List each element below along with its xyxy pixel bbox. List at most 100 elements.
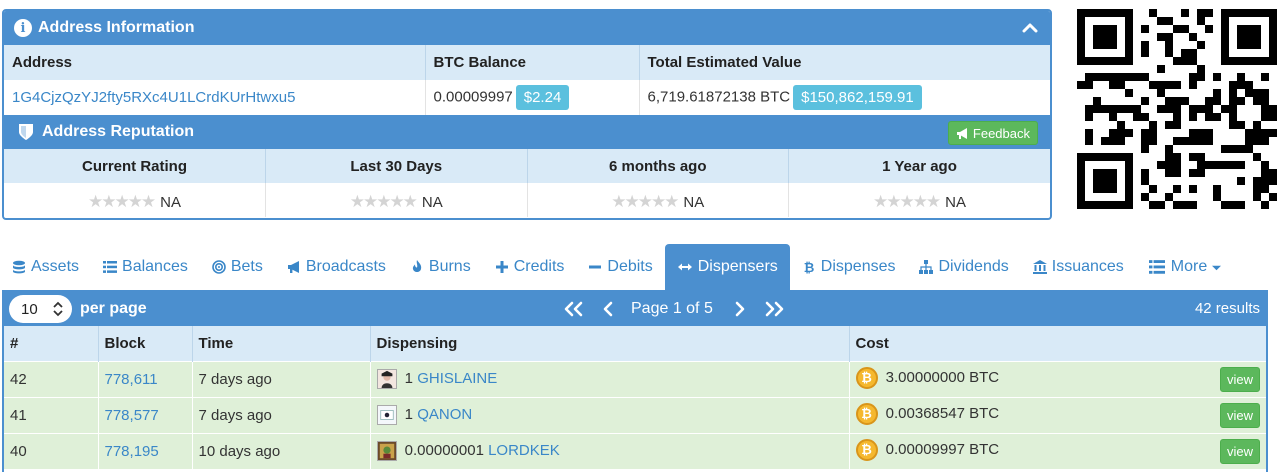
block-link[interactable]: 778,577 (105, 407, 159, 424)
tab-label: Dispenses (820, 258, 896, 275)
column-header-time: Time (192, 326, 371, 361)
first-page-button[interactable] (557, 292, 591, 326)
last-30-days-value: NA (421, 194, 443, 211)
row-number: 42 (4, 360, 99, 397)
tab-debits[interactable]: Debits (576, 244, 664, 290)
double-chevron-right-icon (765, 301, 784, 317)
row-number: 41 (4, 396, 99, 433)
table-row: 40 778,195 10 days ago 0.00000001 LORDKE… (4, 432, 1266, 469)
minus-icon (589, 265, 602, 269)
btc-balance-usd-badge: $2.24 (515, 85, 570, 110)
view-button[interactable]: view (1219, 402, 1260, 428)
database-icon (13, 260, 25, 274)
tab-label: Balances (122, 258, 188, 275)
address-reputation-header: Address Reputation Feedback (4, 115, 1050, 149)
ghislaine-asset-image (376, 369, 397, 389)
address-link[interactable]: 1G4CjzQzYJ2fty5RXc4U1LCrdKUrHtwxu5 (12, 89, 295, 106)
total-value-usd-badge: $150,862,159.91 (793, 85, 922, 110)
caret-down-icon (1212, 265, 1222, 270)
bullhorn-icon (956, 127, 967, 139)
current-rating-value: NA (160, 194, 182, 211)
next-page-button[interactable] (723, 292, 757, 326)
tab-more-dropdown[interactable]: More (1136, 244, 1233, 290)
asset-link[interactable]: LORDKEK (488, 442, 560, 459)
block-link[interactable]: 778,195 (105, 443, 159, 460)
column-header-total-estimated-value: Total Estimated Value (639, 45, 1050, 80)
bitcoin-coin-icon: ₿ (855, 402, 878, 425)
column-header-address: Address (4, 45, 426, 80)
view-button[interactable]: view (1219, 366, 1260, 392)
dispense-amount: 0.00000001 (404, 442, 484, 460)
results-toolbar: 10 per page Page 1 of 5 42 results (4, 292, 1266, 326)
tab-label: Burns (428, 258, 471, 275)
feedback-button[interactable]: Feedback (947, 121, 1038, 145)
column-header-btc-balance: BTC Balance (425, 45, 640, 80)
column-header-dispensing: Dispensing (370, 326, 850, 361)
row-cost: 0.00368547 BTC (885, 404, 1000, 422)
dispense-amount: 1 (404, 369, 414, 387)
last-page-button[interactable] (757, 292, 791, 326)
plus-icon (495, 261, 508, 273)
tab-label: Dividends (938, 258, 1009, 275)
tab-credits[interactable]: Credits (483, 244, 577, 290)
tab-label: Broadcasts (305, 258, 386, 275)
per-page-select[interactable]: 10 (9, 295, 72, 323)
tab-issuances[interactable]: Issuances (1021, 244, 1136, 290)
tab-label: Credits (513, 258, 565, 275)
tab-label: Assets (31, 258, 80, 275)
table-row: 41 778,577 7 days ago 1 QANON ₿ 0.003685… (4, 396, 1266, 433)
column-header-block: Block (98, 326, 193, 361)
column-header-cost: Cost (849, 326, 1266, 361)
tab-dividends[interactable]: Dividends (907, 244, 1020, 290)
tab-burns[interactable]: Burns (398, 244, 483, 290)
megaphone-icon (287, 261, 299, 273)
address-information-panel: i Address Information Address BTC Balanc… (2, 9, 1052, 220)
column-header-1-year-ago: 1 Year ago (788, 149, 1050, 183)
chevron-up-icon[interactable] (1022, 20, 1038, 36)
tab-dispensers[interactable]: Dispensers (664, 244, 790, 290)
shield-icon (19, 124, 33, 140)
pagination: Page 1 of 5 (557, 292, 791, 326)
tab-balances[interactable]: Balances (91, 244, 200, 290)
block-link[interactable]: 778,611 (105, 371, 158, 388)
1-year-ago-value: NA (945, 194, 967, 211)
dispensers-table: # Block Time Dispensing Cost 42 778,611 … (4, 326, 1266, 469)
view-button[interactable]: view (1219, 438, 1260, 464)
tab-label: Debits (607, 258, 653, 275)
qanon-asset-image (376, 405, 397, 425)
column-header-last-30-days: Last 30 Days (265, 149, 528, 183)
address-qr-code (1077, 9, 1277, 209)
bitcoin-icon: ₿ (803, 261, 814, 274)
tab-label: Issuances (1051, 258, 1124, 275)
svg-text:₿: ₿ (803, 261, 814, 274)
asset-link[interactable]: GHISLAINE (417, 370, 497, 387)
tab-bets[interactable]: Bets (200, 244, 275, 290)
reputation-table: Current Rating Last 30 Days 6 months ago… (4, 149, 1050, 217)
tab-dispenses[interactable]: ₿ Dispenses (790, 244, 908, 290)
address-information-title: Address Information (38, 19, 195, 36)
column-header-number: # (4, 326, 99, 361)
tab-label: More (1170, 258, 1208, 275)
asset-link[interactable]: QANON (417, 406, 472, 423)
list-icon (103, 261, 118, 273)
feedback-button-label: Feedback (972, 125, 1030, 141)
previous-page-button[interactable] (591, 292, 625, 326)
fire-icon (412, 260, 422, 272)
rating-stars: ★★★★★ (611, 192, 679, 212)
address-summary-table: Address BTC Balance Total Estimated Valu… (4, 45, 1050, 115)
bank-icon (1032, 260, 1047, 274)
column-header-current-rating: Current Rating (4, 149, 266, 183)
per-page-label: per page (80, 300, 147, 317)
row-time: 10 days ago (192, 432, 371, 469)
select-arrows-icon (53, 301, 63, 317)
tab-assets[interactable]: Assets (0, 244, 91, 290)
chevron-left-icon (603, 301, 613, 317)
rating-stars: ★★★★★ (87, 192, 156, 212)
row-number: 40 (4, 432, 99, 469)
target-icon (212, 260, 226, 274)
table-row: 42 778,611 7 days ago 1 GHISLAINE ₿ 3.00… (4, 360, 1266, 397)
row-time: 7 days ago (192, 360, 371, 397)
arrows-h-icon (677, 263, 692, 271)
rating-stars: ★★★★★ (872, 192, 941, 212)
tab-broadcasts[interactable]: Broadcasts (275, 244, 398, 290)
